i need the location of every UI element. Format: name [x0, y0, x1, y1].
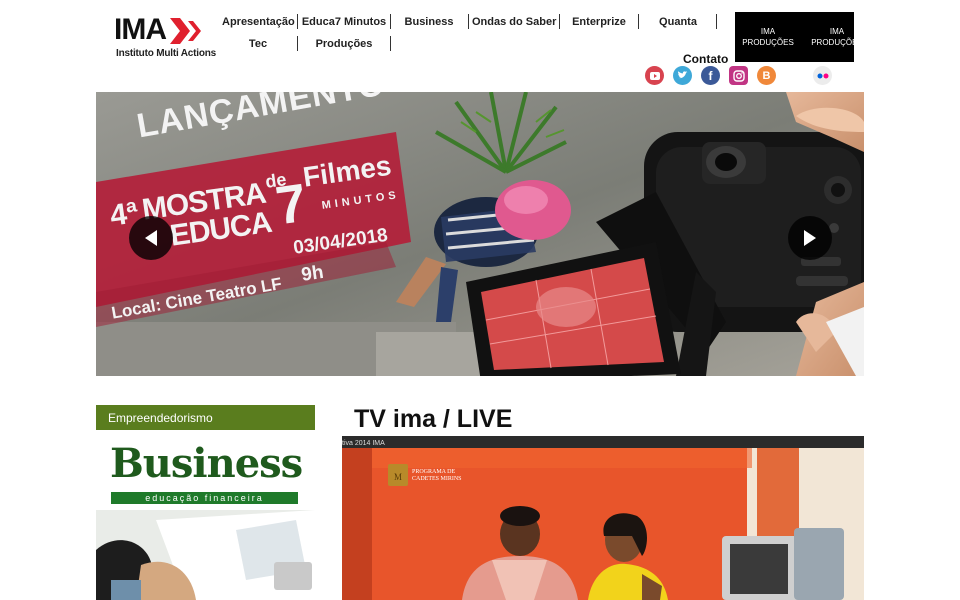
nav-divider — [468, 14, 469, 29]
nav-enterprize[interactable]: Enterprize — [563, 15, 635, 29]
hero-slider: LANÇAMENTO 4ª MOSTRA de Filmes EDUCA 7 M… — [96, 92, 864, 376]
slide-time: 9h — [300, 261, 325, 286]
nav-divider — [297, 14, 298, 29]
business-tagline: educação financeira — [111, 492, 298, 504]
nav-divider — [716, 14, 717, 29]
tv-live-title: TV ima / LIVE — [354, 405, 513, 433]
nav-producoes[interactable]: Produções — [301, 37, 387, 51]
video-caption: tiva 2014 IMA — [342, 440, 385, 447]
blogger-icon[interactable]: B — [757, 66, 776, 85]
youtube-icon[interactable] — [645, 66, 664, 85]
nav-business[interactable]: Business — [394, 15, 464, 29]
nav-divider — [390, 36, 391, 51]
slider-prev-button[interactable] — [129, 216, 173, 260]
video-frame: M — [342, 436, 864, 600]
nav-educa7-minutos[interactable]: Educa7 Minutos — [301, 15, 387, 29]
business-wordmark: Business — [110, 440, 303, 487]
nav-divider — [638, 14, 639, 29]
nav-tec[interactable]: Tec — [222, 37, 294, 51]
business-photo — [96, 510, 315, 600]
ima-producoes-link[interactable]: IMA PRODUÇÕES — [738, 26, 798, 48]
nav-quanta[interactable]: Quanta — [642, 15, 714, 29]
contato-link[interactable]: Contato — [683, 52, 728, 66]
chevron-left-icon — [145, 230, 157, 246]
slider-next-button[interactable] — [788, 216, 832, 260]
facebook-icon[interactable]: f — [701, 66, 720, 85]
nav-ondas-do-saber[interactable]: Ondas do Saber — [472, 15, 556, 29]
logo-chevron-icon — [170, 18, 201, 44]
nav-apresentacao[interactable]: Apresentação — [222, 15, 295, 29]
business-banner[interactable]: Business educação financeira — [96, 430, 315, 600]
logo-subtitle: Instituto Multi Actions — [116, 48, 217, 59]
live-video-player[interactable]: M tiva 2014 IMA PROGRAMA DE CADETES MIRI… — [342, 436, 864, 600]
sidebar-category-header[interactable]: Empreendedorismo — [96, 405, 315, 430]
flickr-icon[interactable] — [813, 66, 832, 85]
producoes-panel: IMA PRODUÇÕES IMA PRODUÇÕES — [735, 12, 854, 62]
nav-divider — [390, 14, 391, 29]
video-banner-line1: PROGRAMA DE — [412, 469, 456, 475]
site-logo[interactable]: IMA Instituto Multi Actions — [114, 12, 216, 62]
ima-producoes-link[interactable]: IMA PRODUÇÕES — [807, 26, 854, 48]
instagram-icon[interactable] — [729, 66, 748, 85]
chevron-right-icon — [804, 230, 816, 246]
nav-divider — [297, 36, 298, 51]
svg-text:M: M — [394, 472, 402, 482]
video-banner-line2: CADETES MIRINS — [412, 476, 462, 482]
logo-text: IMA — [114, 13, 167, 46]
sidebar-category-label: Empreendedorismo — [108, 411, 213, 425]
nav-divider — [559, 14, 560, 29]
twitter-icon[interactable] — [673, 66, 692, 85]
